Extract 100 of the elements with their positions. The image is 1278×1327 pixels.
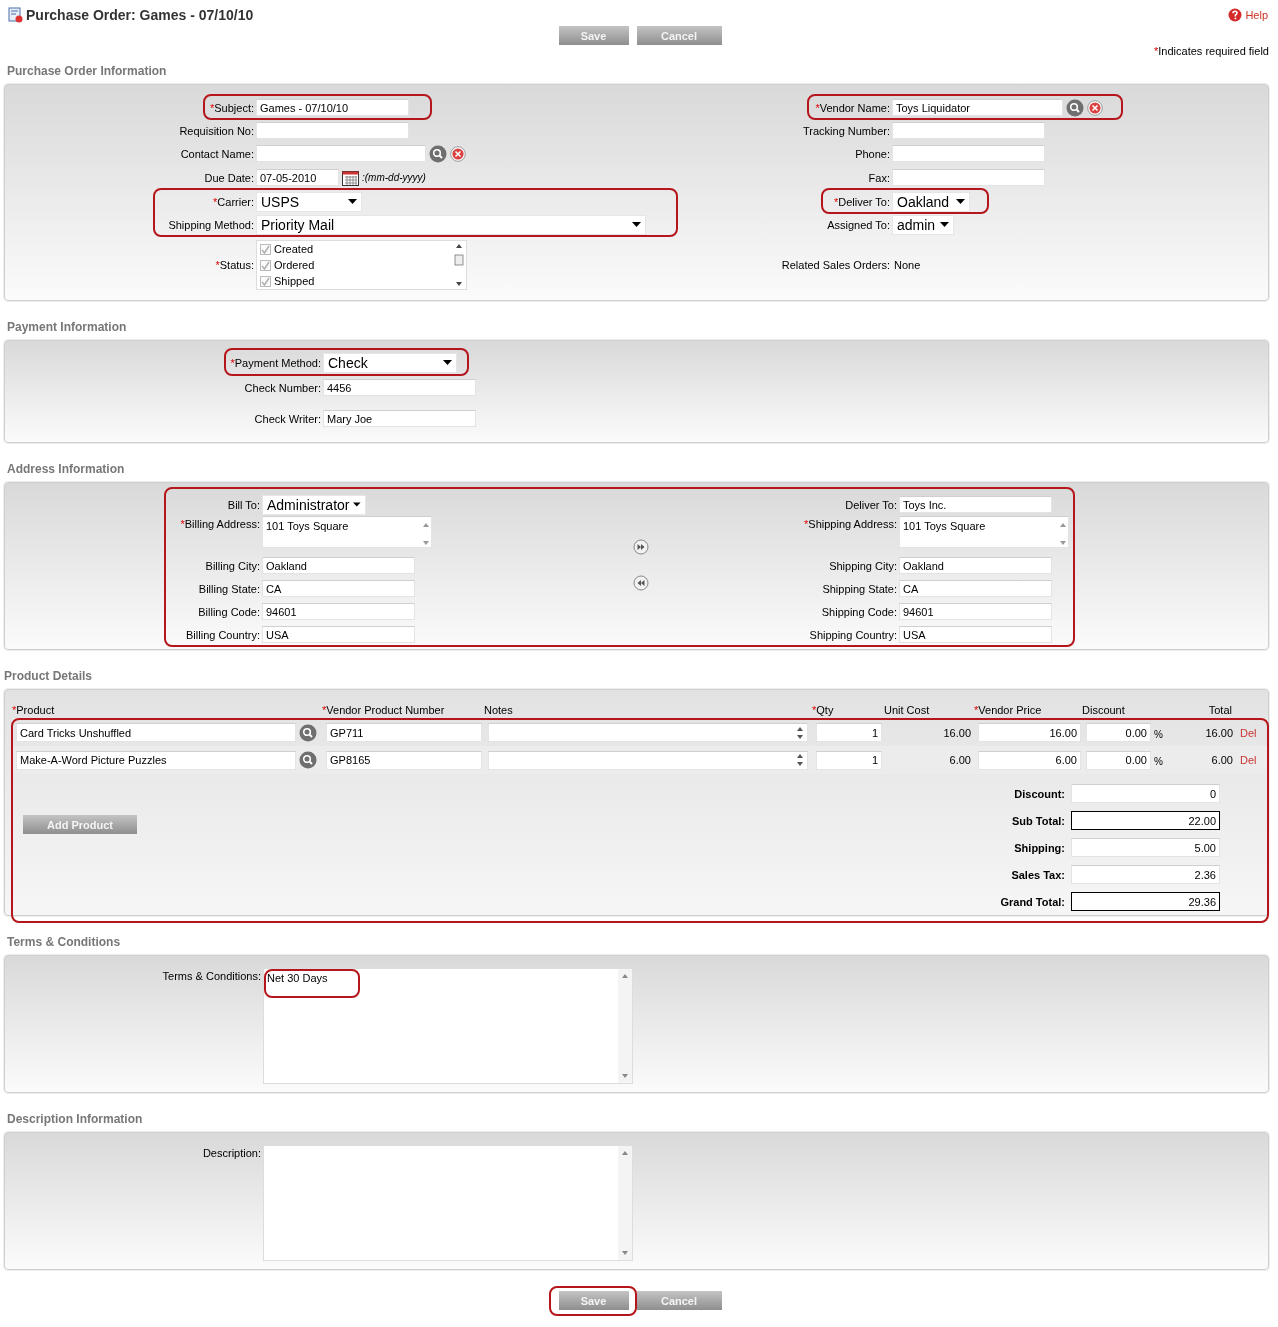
dropdown[interactable]: USPS [256, 191, 362, 212]
section-heading: Description Information [7, 1112, 143, 1126]
text-area[interactable] [263, 1145, 633, 1261]
field-label: Billing State: [198, 582, 260, 595]
dropdown[interactable]: admin [892, 214, 954, 235]
field-label: *Vendor Name: [815, 101, 890, 114]
copy-left-icon[interactable] [633, 575, 649, 591]
scrollbar[interactable] [618, 1146, 632, 1260]
column-header: Unit Cost [884, 704, 931, 716]
text-area[interactable]: Net 30 Days [263, 968, 633, 1084]
field-label: Billing Code: [198, 605, 260, 618]
text-field[interactable] [892, 122, 1045, 139]
status-option[interactable]: Ordered [260, 257, 315, 273]
copy-right-icon[interactable] [633, 539, 649, 555]
total-label: Grand Total: [1000, 895, 1065, 908]
address-field[interactable]: 101 Toys Square [899, 516, 1069, 548]
text-field[interactable]: Oakland [899, 557, 1052, 574]
field-label: *Carrier: [213, 195, 254, 208]
text-field[interactable] [892, 145, 1045, 162]
field-label: Description: [202, 1147, 261, 1159]
caret-icon [632, 222, 641, 227]
text-field[interactable] [256, 122, 409, 139]
help-link[interactable]: Help [1228, 8, 1268, 22]
text-field[interactable]: USA [899, 626, 1052, 643]
section-heading: Product Details [4, 669, 93, 683]
clear-icon[interactable] [1087, 99, 1103, 116]
dropdown[interactable]: Priority Mail [256, 214, 646, 235]
field-label: Bill To: [227, 498, 260, 511]
page-title: Purchase Order: Games - 07/10/10 [26, 7, 254, 23]
dropdown[interactable]: Administrator [262, 494, 366, 515]
status-option[interactable]: Shipped [260, 273, 315, 289]
unit-cost: 6.00 [949, 754, 971, 766]
vendor-price-field[interactable]: 6.00 [978, 750, 1081, 770]
checkbox[interactable] [260, 275, 271, 287]
column-header: *Vendor Product Number [322, 704, 446, 716]
discount-field[interactable]: 0.00 [1086, 750, 1151, 770]
text-field[interactable]: Toys Inc. [899, 496, 1052, 513]
search-icon[interactable] [299, 723, 317, 742]
status-option[interactable]: Created [260, 241, 315, 257]
text-field[interactable]: Mary Joe [323, 410, 476, 427]
field-label: Phone: [855, 147, 890, 160]
date-field[interactable]: 07-05-2010 [256, 169, 339, 186]
total-field: 5.00 [1071, 838, 1220, 857]
line-total: 16.00 [1205, 726, 1233, 739]
text-field[interactable]: 4456 [323, 379, 476, 396]
clear-icon[interactable] [450, 145, 466, 162]
status-list[interactable]: Created Ordered Shipped [256, 240, 467, 290]
vendor-number-field[interactable]: GP711 [326, 723, 482, 742]
search-icon[interactable] [429, 144, 447, 163]
text-field[interactable]: CA [899, 580, 1052, 597]
search-icon[interactable] [299, 751, 317, 769]
quantity-field[interactable]: 1 [816, 750, 882, 770]
section-heading: Payment Information [7, 320, 127, 334]
field-label: Shipping Code: [821, 605, 897, 618]
delete-link[interactable]: Del [1240, 754, 1257, 766]
scrollbar[interactable] [618, 969, 632, 1083]
text-field[interactable]: Oakland [262, 557, 415, 574]
total-label: Shipping: [1014, 841, 1065, 854]
column-header: Notes [484, 704, 514, 716]
text-field[interactable]: Games - 07/10/10 [256, 99, 409, 116]
field-label: *Status: [215, 259, 254, 271]
line-total: 6.00 [1211, 754, 1233, 766]
checkbox[interactable] [260, 243, 271, 255]
notes-field[interactable] [488, 723, 808, 742]
total-label: Sub Total: [1012, 814, 1065, 827]
caret-icon [353, 502, 361, 507]
dropdown[interactable]: Check [323, 352, 457, 373]
field-label: *Billing Address: [180, 518, 260, 530]
text-field[interactable]: USA [262, 626, 415, 643]
vendor-number-field[interactable]: GP8165 [326, 750, 482, 770]
delete-link[interactable]: Del [1240, 726, 1257, 739]
column-header: Total [1207, 704, 1233, 716]
calendar-icon[interactable] [342, 169, 359, 186]
text-field[interactable] [892, 169, 1045, 186]
lookup-field[interactable] [256, 145, 426, 162]
field-label: Check Writer: [254, 412, 321, 425]
column-header: *Product [12, 704, 56, 716]
field-label: Tracking Number: [803, 124, 890, 137]
date-format-hint: :(mm-dd-yyyy) [362, 172, 426, 183]
product-field[interactable]: Make-A-Word Picture Puzzles [16, 750, 296, 770]
notes-field[interactable] [488, 750, 808, 770]
field-label: *Subject: [209, 101, 254, 114]
vendor-price-field[interactable]: 16.00 [978, 723, 1081, 742]
address-field[interactable]: 101 Toys Square [262, 516, 432, 548]
quantity-field[interactable]: 1 [816, 723, 882, 742]
column-header: Discount [1082, 704, 1126, 716]
dropdown[interactable]: Oakland [892, 191, 970, 212]
unit-cost: 16.00 [943, 726, 971, 739]
product-field[interactable]: Card Tricks Unshuffled [16, 723, 296, 742]
text-field[interactable]: CA [262, 580, 415, 597]
text-field[interactable]: 94601 [899, 603, 1052, 620]
search-icon[interactable] [1066, 98, 1084, 117]
section-heading: Address Information [7, 462, 125, 476]
discount-field[interactable]: 0.00 [1086, 723, 1151, 742]
text-field[interactable]: 94601 [262, 603, 415, 620]
checkbox[interactable] [260, 259, 271, 271]
caret-icon [443, 360, 452, 365]
field-label: Shipping City: [829, 559, 897, 572]
field-label: *Shipping Address: [804, 518, 897, 530]
lookup-field[interactable]: Toys Liquidator [892, 99, 1063, 116]
